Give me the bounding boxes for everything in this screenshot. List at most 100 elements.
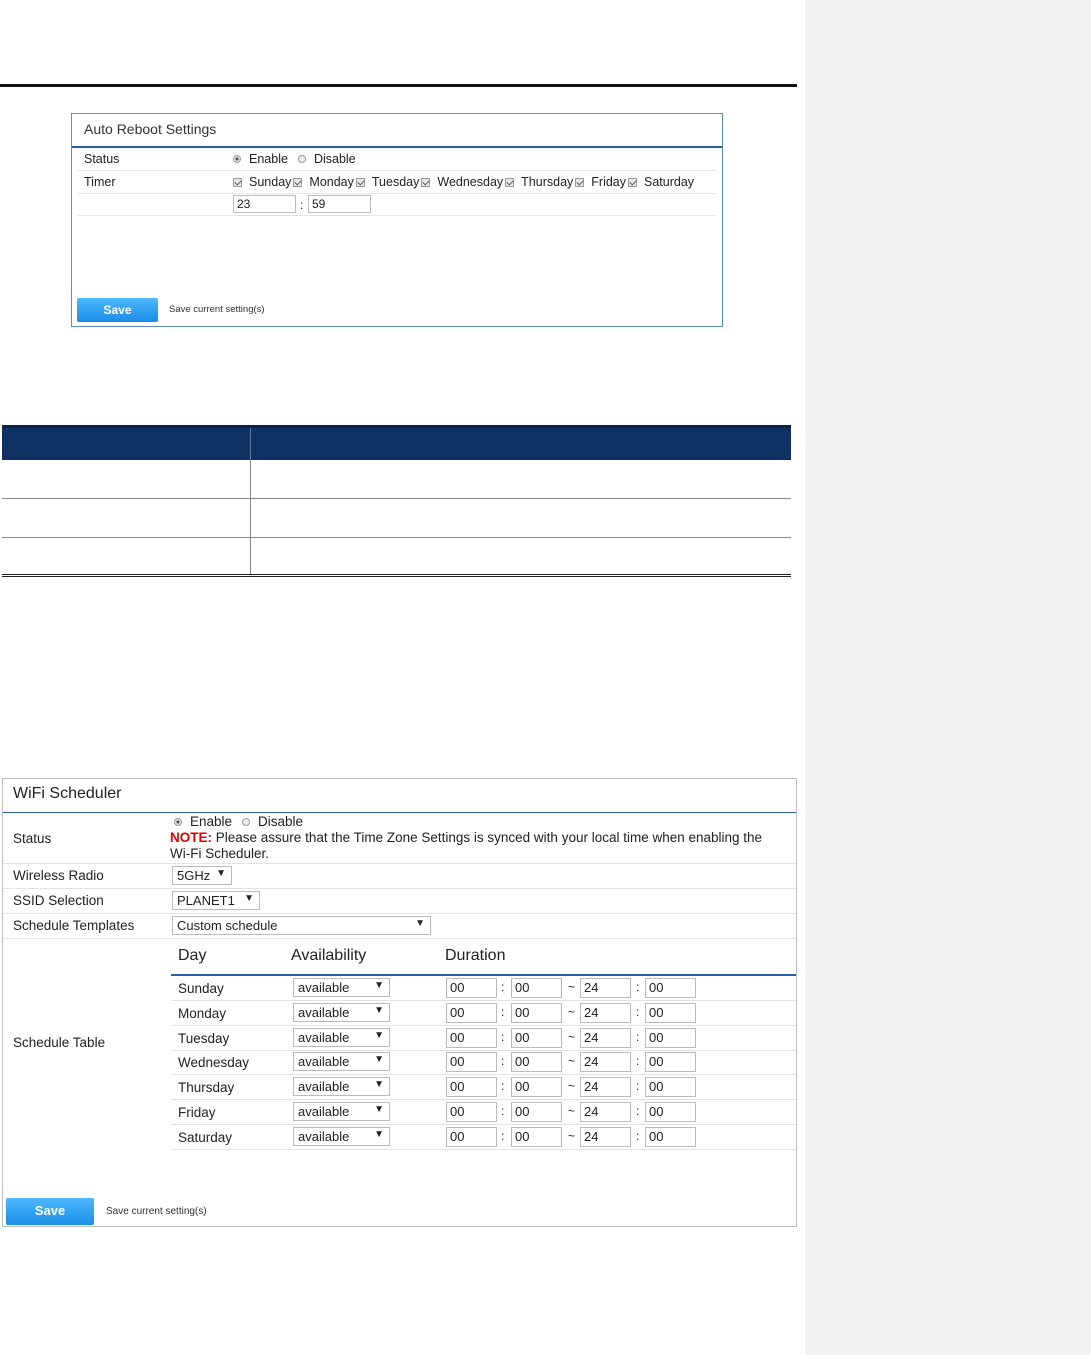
checkbox-sunday[interactable] <box>233 177 242 187</box>
wireless-radio-label: Wireless Radio <box>13 868 104 883</box>
disable-radio[interactable] <box>297 155 306 163</box>
start-hour-input[interactable]: 00 <box>446 1077 497 1098</box>
start-minute-input[interactable]: 00 <box>511 1077 562 1098</box>
day-label-saturday: Saturday <box>644 175 695 189</box>
ssid-select[interactable]: PLANET1 ▼ <box>172 891 260 910</box>
minute-input[interactable]: 59 <box>308 195 371 213</box>
save-button[interactable]: Save <box>6 1198 94 1225</box>
end-minute-input[interactable]: 00 <box>645 1027 696 1048</box>
day-label-tuesday: Tuesday <box>371 175 420 189</box>
disable-radio[interactable] <box>242 817 251 826</box>
colon-separator: : <box>636 980 640 994</box>
availability-select[interactable]: available ▼ <box>293 978 390 997</box>
chevron-down-icon: ▼ <box>374 1004 384 1016</box>
hour-input[interactable]: 23 <box>233 195 296 213</box>
availability-select[interactable]: available ▼ <box>293 1077 390 1097</box>
tilde-separator: ~ <box>568 1004 576 1019</box>
day-label-sunday: Sunday <box>249 175 292 189</box>
panel-title: Auto Reboot Settings <box>84 121 217 137</box>
day-label: Wednesday <box>178 1055 250 1071</box>
col-header-day: Day <box>178 947 207 964</box>
day-label: Saturday <box>178 1129 233 1145</box>
checkbox-wednesday[interactable] <box>421 177 431 187</box>
start-hour-input[interactable]: 00 <box>446 1102 497 1122</box>
end-minute-input[interactable]: 00 <box>645 1126 696 1147</box>
enable-label: Enable <box>190 814 233 829</box>
end-hour-input[interactable]: 24 <box>580 1126 631 1147</box>
end-minute-input[interactable]: 00 <box>645 1077 696 1098</box>
availability-select[interactable]: available ▼ <box>293 1102 390 1121</box>
chevron-down-icon: ▼ <box>374 980 384 991</box>
schedule-table-label: Schedule Table <box>13 1035 106 1050</box>
checkbox-thursday[interactable] <box>505 177 515 187</box>
start-hour-input[interactable]: 00 <box>446 1027 497 1048</box>
end-hour-input[interactable]: 24 <box>580 1027 631 1048</box>
start-minute-input[interactable]: 00 <box>511 1102 562 1122</box>
table-row <box>2 460 791 499</box>
schedule-template-select[interactable]: Custom schedule ▼ <box>172 916 431 935</box>
colon-separator: : <box>501 980 505 994</box>
note-text-continued: Wi-Fi Scheduler. <box>170 846 270 861</box>
checkbox-tuesday[interactable] <box>355 177 365 187</box>
page-divider <box>0 84 797 87</box>
enable-radio[interactable] <box>233 155 241 163</box>
availability-select[interactable]: available ▼ <box>293 1002 390 1022</box>
status-row: Status Enable Disable <box>78 148 716 171</box>
checkbox-friday[interactable] <box>575 177 585 187</box>
end-hour-input[interactable]: 24 <box>580 1002 631 1023</box>
time-colon: : <box>300 198 304 212</box>
chevron-down-icon: ▼ <box>216 868 226 879</box>
enable-radio[interactable] <box>174 817 182 826</box>
status-radio-group: Enable Disable <box>171 814 303 829</box>
end-minute-input[interactable]: 00 <box>645 1052 696 1073</box>
disable-label: Disable <box>258 814 304 829</box>
disable-label: Disable <box>313 152 356 166</box>
tilde-separator: ~ <box>568 1054 576 1069</box>
start-minute-input[interactable]: 00 <box>511 1002 562 1023</box>
day-label-monday: Monday <box>309 175 354 189</box>
start-minute-input[interactable]: 00 <box>511 1052 562 1073</box>
start-hour-input[interactable]: 00 <box>446 1002 497 1023</box>
start-minute-input[interactable]: 00 <box>511 978 562 998</box>
availability-select[interactable]: available ▼ <box>293 1052 390 1072</box>
day-label: Friday <box>178 1105 216 1120</box>
start-minute-input[interactable]: 00 <box>511 1027 562 1048</box>
schedule-row-monday: Monday available ▼ 00:00 ~24:00 <box>171 1001 796 1026</box>
wifi-scheduler-panel: WiFi Scheduler Status Enable Disable NOT… <box>2 778 797 1227</box>
colon-separator: : <box>636 1029 640 1044</box>
start-hour-input[interactable]: 00 <box>446 1126 497 1147</box>
save-note: Save current setting(s) <box>169 304 265 315</box>
chevron-down-icon: ▼ <box>374 1128 384 1140</box>
end-minute-input[interactable]: 00 <box>645 1102 696 1122</box>
tilde-separator: ~ <box>568 1104 576 1118</box>
save-button[interactable]: Save <box>77 298 158 322</box>
end-minute-input[interactable]: 00 <box>645 1002 696 1023</box>
end-minute-input[interactable]: 00 <box>645 978 696 998</box>
colon-separator: : <box>501 1128 505 1143</box>
checkbox-monday[interactable] <box>293 177 303 187</box>
start-hour-input[interactable]: 00 <box>446 1052 497 1073</box>
start-minute-input[interactable]: 00 <box>511 1126 562 1147</box>
end-hour-input[interactable]: 24 <box>580 1077 631 1098</box>
colon-separator: : <box>636 1079 640 1094</box>
tilde-separator: ~ <box>568 1128 576 1143</box>
checkbox-saturday[interactable] <box>628 177 638 187</box>
start-hour-input[interactable]: 00 <box>446 978 497 998</box>
status-note: NOTE: Please assure that the Time Zone S… <box>170 830 796 862</box>
availability-select[interactable]: available ▼ <box>293 1027 390 1047</box>
time-row: 23 : 59 <box>78 194 716 216</box>
end-hour-input[interactable]: 24 <box>580 1052 631 1073</box>
colon-separator: : <box>501 1029 505 1044</box>
enable-label: Enable <box>249 152 288 166</box>
availability-select[interactable]: available ▼ <box>293 1126 390 1146</box>
end-hour-input[interactable]: 24 <box>580 978 631 998</box>
end-hour-input[interactable]: 24 <box>580 1102 631 1122</box>
chevron-down-icon: ▼ <box>374 1029 384 1041</box>
colon-separator: : <box>501 1004 505 1019</box>
colon-separator: : <box>636 1004 640 1019</box>
status-label: Status <box>13 831 52 846</box>
save-note: Save current setting(s) <box>106 1206 207 1217</box>
colon-separator: : <box>501 1054 505 1069</box>
wireless-radio-select[interactable]: 5GHz ▼ <box>172 866 232 885</box>
colon-separator: : <box>636 1054 640 1069</box>
